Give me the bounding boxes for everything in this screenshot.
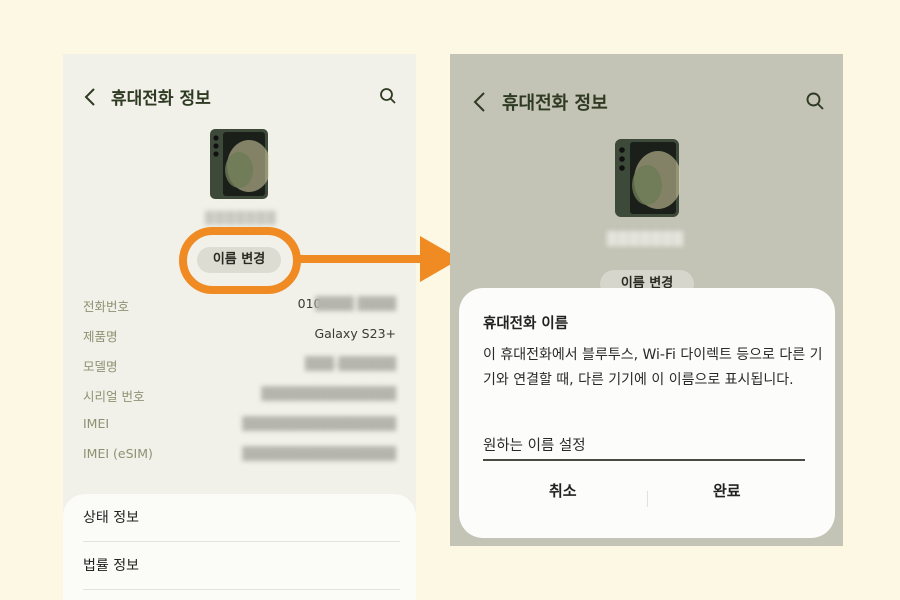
info-value-hidden: ███-██████ bbox=[304, 356, 396, 371]
info-value-hidden: ████████████████ bbox=[242, 446, 396, 461]
dialog-body: 이 휴대전화에서 블루투스, Wi-Fi 다이렉트 등으로 다른 기기와 연결할… bbox=[483, 347, 823, 388]
search-icon[interactable] bbox=[805, 91, 825, 111]
info-label: 모델명 bbox=[83, 359, 118, 374]
dialog-title: 휴대전화 이름 bbox=[483, 316, 569, 332]
phone-image bbox=[209, 128, 271, 204]
info-value-hidden: ████████████████ bbox=[242, 416, 396, 431]
rename-dialog: 휴대전화 이름 이 휴대전화에서 블루투스, Wi-Fi 다이렉트 등으로 다른… bbox=[459, 288, 835, 538]
back-icon[interactable] bbox=[472, 91, 487, 113]
right-phone-screen: 휴대전화 정보 ███████ 이름 변경 휴대전화 이름 이 휴대전화에서 블… bbox=[450, 54, 843, 546]
info-row-imei: IMEI ████████████████ bbox=[83, 416, 396, 436]
back-icon[interactable] bbox=[83, 87, 97, 107]
info-row-serial-number: 시리얼 번호 ██████████████ bbox=[83, 386, 396, 406]
info-label: IMEI (eSIM) bbox=[83, 446, 153, 461]
device-name-input[interactable] bbox=[483, 429, 805, 461]
left-phone-screen: 휴대전화 정보 ███████ 이름 변경 전화번호 010- ████ ███… bbox=[63, 54, 416, 600]
search-icon[interactable] bbox=[379, 87, 397, 105]
info-label: IMEI bbox=[83, 416, 110, 431]
menu-item-status-info[interactable]: 상태 정보 bbox=[83, 494, 400, 542]
menu-item-legal-info[interactable]: 법률 정보 bbox=[83, 542, 400, 590]
right-header: 휴대전화 정보 bbox=[472, 89, 608, 115]
arrow-icon-shaft bbox=[300, 255, 424, 263]
info-value-hidden: ████ ████ bbox=[315, 296, 396, 311]
info-label: 전화번호 bbox=[83, 299, 130, 314]
info-label: 시리얼 번호 bbox=[83, 389, 145, 404]
info-value-hidden: ██████████████ bbox=[261, 386, 396, 401]
highlight-ring bbox=[179, 227, 301, 294]
info-row-imei-esim: IMEI (eSIM) ████████████████ bbox=[83, 446, 396, 466]
info-row-model-name: 모델명 ███-██████ bbox=[83, 356, 396, 376]
info-row-phone-number: 전화번호 010- ████ ████ bbox=[83, 296, 396, 316]
done-button[interactable]: 완료 bbox=[713, 480, 741, 501]
page-title: 휴대전화 정보 bbox=[111, 89, 211, 109]
menu-card: 상태 정보 법률 정보 bbox=[63, 494, 416, 600]
button-divider bbox=[647, 491, 648, 507]
info-value: Galaxy S23+ bbox=[314, 326, 396, 341]
device-name: ███████ bbox=[607, 232, 684, 247]
device-name: ███████ bbox=[205, 211, 277, 225]
info-label: 제품명 bbox=[83, 329, 118, 344]
left-header: 휴대전화 정보 bbox=[83, 84, 211, 109]
info-row-product-name: 제품명 Galaxy S23+ bbox=[83, 326, 396, 346]
page-title: 휴대전화 정보 bbox=[502, 93, 608, 114]
cancel-button[interactable]: 취소 bbox=[549, 480, 577, 501]
phone-image bbox=[614, 138, 682, 222]
